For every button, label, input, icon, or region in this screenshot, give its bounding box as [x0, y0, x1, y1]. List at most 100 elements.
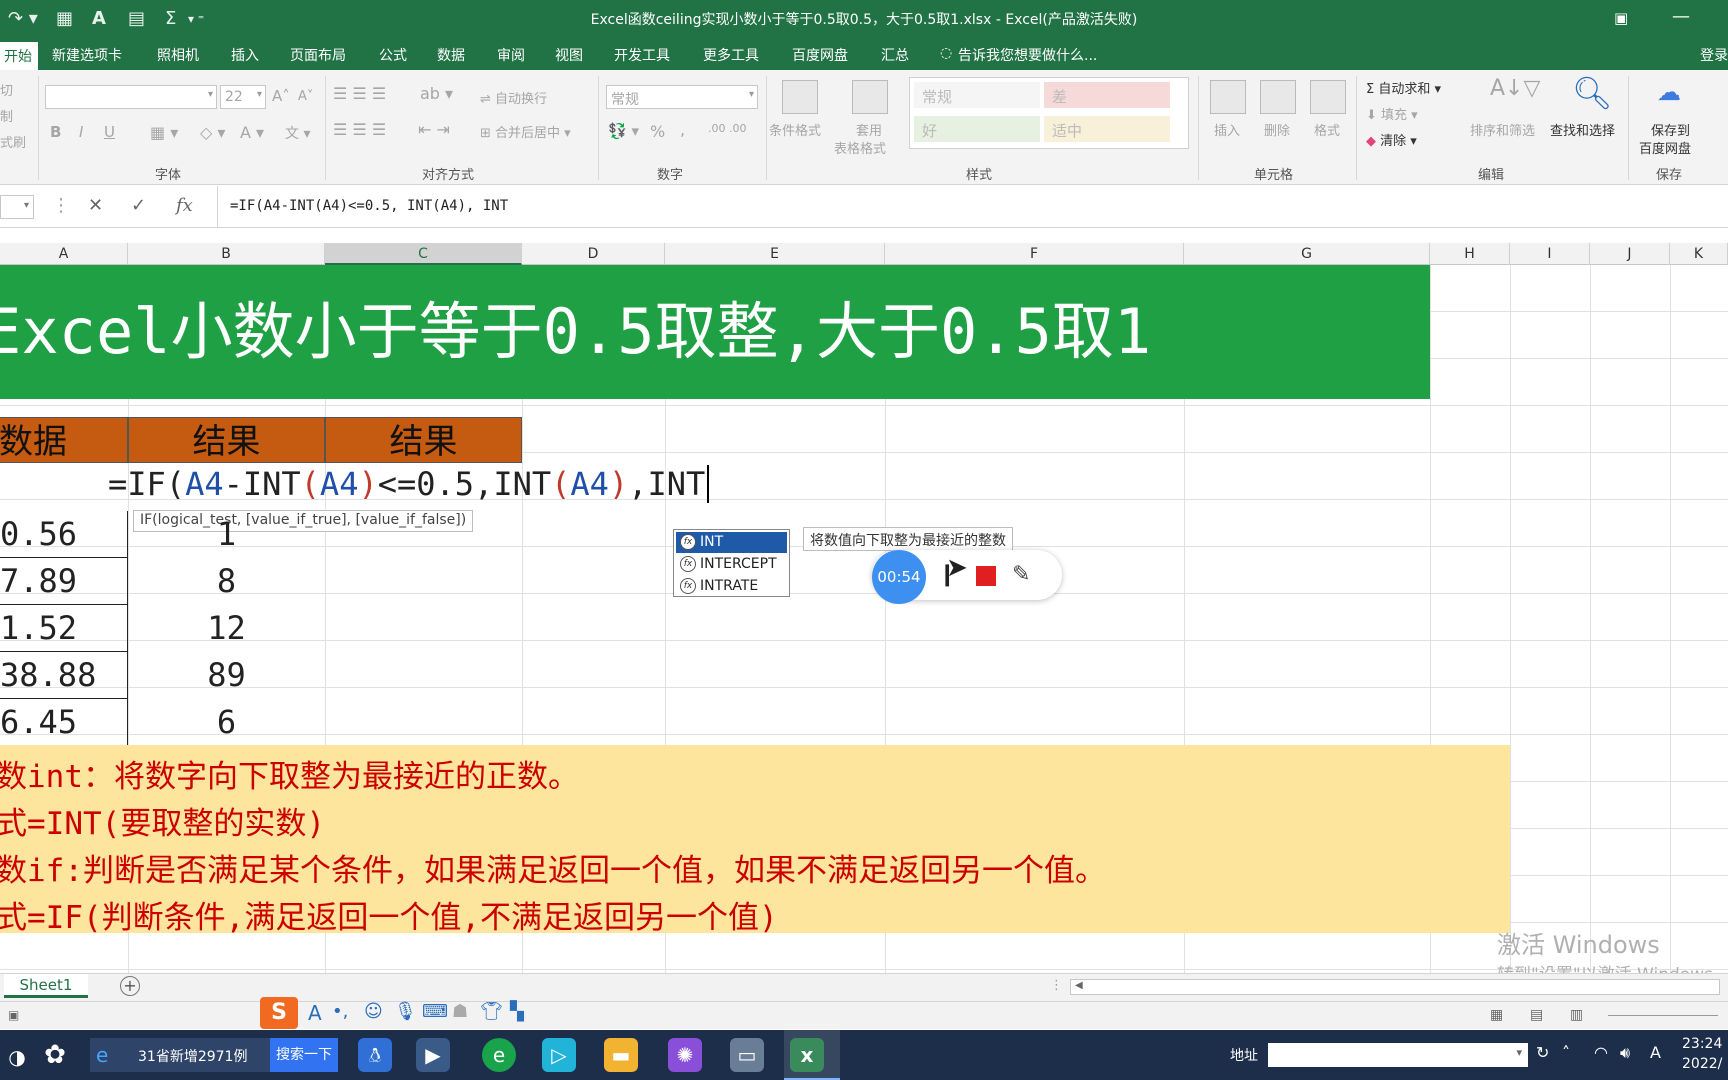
function-autocomplete[interactable]: fx INT fx INTERCEPT fx INTRATE [673, 529, 790, 597]
table-format-line2[interactable]: 表格格式 [834, 138, 886, 157]
conditional-format-button[interactable]: 条件格式 [769, 120, 821, 139]
tab-developer[interactable]: 开发工具 [614, 45, 670, 65]
copy-button[interactable]: 制 [0, 106, 13, 125]
cell-b9[interactable]: 6 [128, 699, 325, 746]
banner-title[interactable]: Excel小数小于等于0.5取整,大于0.5取1 [0, 265, 1430, 399]
table-format-icon[interactable] [852, 80, 888, 114]
cell-edit-formula[interactable]: =IF(A4-INT(A4)<=0.5,INT(A4),INT [108, 465, 710, 503]
macro-record-icon[interactable]: ▣ [8, 1008, 19, 1022]
search-button[interactable]: 搜索一下 [270, 1038, 338, 1072]
scroll-split-handle[interactable]: ⋮ [1050, 978, 1063, 993]
login-link[interactable]: 登录 [1700, 45, 1728, 65]
ime-voice-icon[interactable]: 🎙︎ [394, 1001, 417, 1022]
baidu-cloud-icon[interactable]: ☁ [1657, 78, 1681, 106]
page-layout-view-icon[interactable]: ▤ [1530, 1007, 1543, 1023]
col-header-j[interactable]: J [1590, 243, 1670, 265]
format-cells-button[interactable]: 格式 [1314, 120, 1340, 139]
cell-b5[interactable]: 1 [128, 511, 325, 558]
volume-icon[interactable]: 🔊︎ [1620, 1043, 1630, 1063]
ime-keyboard-icon[interactable]: ⌨ [422, 1001, 448, 1022]
italic-button[interactable]: I [79, 123, 83, 141]
sogou-icon[interactable]: S [260, 997, 298, 1029]
restore-ribbon-icon[interactable]: ▣ [1614, 9, 1628, 27]
start-icon[interactable]: ◑ [0, 1040, 34, 1074]
enter-icon[interactable]: ✓ [131, 195, 146, 216]
sort-filter-button[interactable]: 排序和筛选 [1470, 120, 1535, 139]
insert-cells-icon[interactable] [1210, 80, 1246, 114]
style-normal[interactable]: 常规 [914, 82, 1040, 108]
col-header-d[interactable]: D [522, 243, 665, 265]
format-painter-button[interactable]: 式刷 [0, 132, 26, 151]
header-result-c[interactable]: 结果 [325, 417, 522, 463]
clock-date[interactable]: 2022/ [1682, 1056, 1722, 1072]
col-header-i[interactable]: I [1510, 243, 1590, 265]
merge-center-button[interactable]: ⊞ 合并后居中 ▾ [480, 122, 571, 141]
style-neutral[interactable]: 适中 [1044, 116, 1170, 142]
horizontal-scrollbar[interactable]: ◀ [1070, 979, 1720, 995]
font-color-icon[interactable]: A ▾ [240, 123, 264, 142]
header-result-b[interactable]: 结果 [128, 417, 325, 463]
app-icon[interactable]: ▭ [730, 1038, 764, 1072]
cell-a9[interactable]: 6.45 [0, 699, 128, 746]
zoom-slider[interactable] [1608, 1015, 1718, 1016]
cut-button[interactable]: 切 [0, 80, 13, 99]
orientation-icon[interactable]: ab ▾ [420, 84, 453, 103]
cell-a7[interactable]: 1.52 [0, 605, 128, 652]
insert-function-icon[interactable]: fx [176, 195, 193, 216]
ime-user-icon[interactable]: ☗ [452, 1001, 468, 1022]
col-header-k[interactable]: K [1670, 243, 1728, 265]
save-baidu-line2[interactable]: 百度网盘 [1639, 138, 1691, 157]
fill-color-icon[interactable]: ◇ ▾ [200, 123, 225, 142]
currency-icon[interactable]: 💱 ▾ [608, 122, 639, 140]
autocomplete-item-intrate[interactable]: fx INTRATE [676, 576, 787, 597]
sort-filter-icon[interactable]: A↓▽ [1490, 76, 1540, 101]
wifi-icon[interactable]: ◠ [1594, 1043, 1608, 1062]
ime-mode-icon[interactable]: A [1650, 1043, 1661, 1062]
name-box[interactable]: ▾ [0, 195, 34, 219]
folder-icon[interactable]: ▬ [604, 1038, 638, 1072]
tab-formulas[interactable]: 公式 [379, 45, 407, 65]
ime-font-icon[interactable]: A [308, 1001, 322, 1025]
col-header-f[interactable]: F [885, 243, 1184, 265]
tell-me-search[interactable]: 告诉我您想要做什么... [958, 45, 1097, 65]
paint-icon[interactable]: ✺ [668, 1038, 702, 1072]
media-icon[interactable]: ▶ [416, 1038, 450, 1072]
header-data[interactable]: 数据 [0, 417, 128, 463]
col-header-c[interactable]: C [325, 243, 522, 265]
address-input[interactable]: ▾ [1268, 1043, 1528, 1067]
stop-button[interactable] [976, 566, 996, 586]
autocomplete-item-intercept[interactable]: fx INTERCEPT [676, 554, 787, 575]
phonetic-icon[interactable]: 文 ▾ [285, 123, 310, 143]
style-bad[interactable]: 差 [1044, 82, 1170, 108]
cell-a5[interactable]: 0.56 [0, 511, 128, 558]
wrap-text-button[interactable]: ⇌ 自动换行 [480, 88, 547, 107]
formula-input[interactable]: =IF(A4-INT(A4)<=0.5, INT(A4), INT [217, 186, 1728, 228]
align-top-icon[interactable]: ☰ ☰ ☰ [333, 84, 386, 103]
cell-b7[interactable]: 12 [128, 605, 325, 652]
tab-home[interactable]: 开始 [0, 42, 38, 70]
format-cells-icon[interactable] [1310, 80, 1346, 114]
pen-icon[interactable]: ✎ [1012, 562, 1030, 587]
grow-font-icon[interactable]: A˄ [272, 87, 290, 105]
cell-a8[interactable]: 38.88 [0, 652, 128, 699]
col-header-a[interactable]: A [0, 243, 128, 265]
tab-camera[interactable]: 照相机 [157, 45, 199, 65]
underline-button[interactable]: U [104, 123, 115, 141]
delete-cells-icon[interactable] [1260, 80, 1296, 114]
tab-more-tools[interactable]: 更多工具 [703, 45, 759, 65]
delete-cells-button[interactable]: 删除 [1264, 120, 1290, 139]
bold-button[interactable]: B [50, 123, 61, 141]
find-icon[interactable]: 🔍︎ [1572, 74, 1613, 112]
decimal-icon[interactable]: .00 .00 [708, 122, 746, 135]
page-break-view-icon[interactable]: ▥ [1570, 1007, 1583, 1023]
col-header-h[interactable]: H [1430, 243, 1510, 265]
align-left-icon[interactable]: ☰ ☰ ☰ [333, 120, 386, 139]
notes-block[interactable]: 数int：将数字向下取整为最接近的正数。 式=INT(要取整的实数) 数if:判… [0, 745, 1510, 936]
minimize-icon[interactable]: — [1672, 6, 1690, 27]
lightbulb-icon[interactable]: ◌ [940, 45, 952, 61]
shrink-font-icon[interactable]: A˅ [298, 89, 313, 104]
col-header-g[interactable]: G [1184, 243, 1430, 265]
tab-summary[interactable]: 汇总 [881, 45, 909, 65]
autocomplete-item-int[interactable]: fx INT [676, 532, 787, 553]
add-sheet-button[interactable]: + [120, 976, 140, 996]
